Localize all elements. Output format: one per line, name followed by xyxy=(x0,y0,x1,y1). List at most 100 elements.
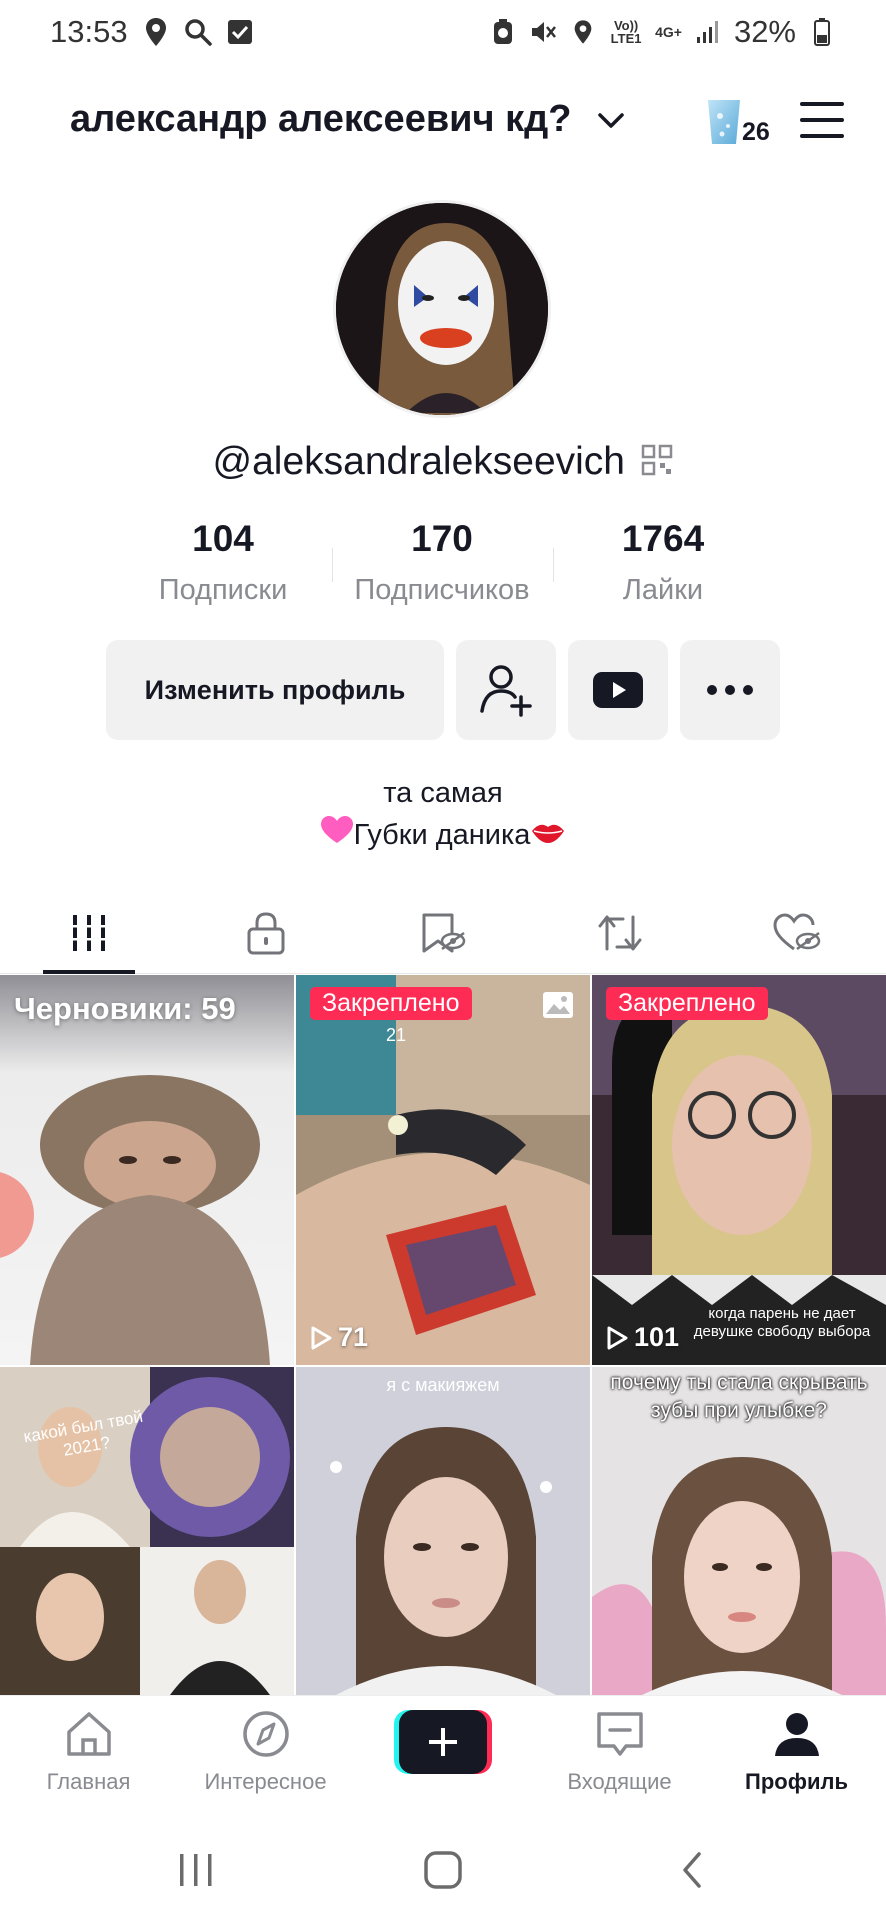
status-bar: 13:53 Vo)) LTE1 4G+ 32% xyxy=(0,0,886,68)
battery-percent: 32% xyxy=(733,14,796,49)
back-button[interactable] xyxy=(662,1845,722,1895)
bottom-navigation: Главная Интересное Входящие Профиль xyxy=(0,1695,886,1815)
profile-header: александр алексеевич кд? 26 xyxy=(0,88,886,156)
checkbox-icon xyxy=(226,18,254,46)
pinned-video-tile[interactable]: Закреплено когда парень не дает девушке … xyxy=(592,975,886,1365)
nav-home-label: Главная xyxy=(46,1769,131,1794)
following-count: 104 xyxy=(192,518,254,559)
nav-discover[interactable]: Интересное xyxy=(177,1710,354,1795)
search-icon xyxy=(184,18,212,46)
coins-count: 26 xyxy=(742,118,770,146)
tab-videos[interactable] xyxy=(0,892,177,974)
recent-apps-button[interactable] xyxy=(166,1845,226,1895)
location-icon xyxy=(569,18,597,46)
home-square-icon xyxy=(424,1851,462,1889)
pinned-badge: Закреплено xyxy=(310,987,472,1020)
following-stat[interactable]: 104 Подписки xyxy=(113,518,333,607)
overlay-caption: когда парень не дает девушке свободу выб… xyxy=(693,1305,871,1340)
volte-label: Vo)) LTE1 xyxy=(610,18,642,46)
heart-hidden-icon xyxy=(772,913,820,951)
likes-stat[interactable]: 1764 Лайки xyxy=(553,518,773,607)
nav-inbox-label: Входящие xyxy=(567,1769,672,1794)
bio-line-1: та самая xyxy=(383,777,503,809)
pinned-video-tile[interactable]: Закреплено 21 71 xyxy=(296,975,590,1365)
tab-liked[interactable] xyxy=(708,892,885,974)
pinned-badge: Закреплено xyxy=(606,987,768,1020)
drafts-thumbnail xyxy=(0,975,294,1365)
drafts-count-label: Черновики: 59 xyxy=(14,991,236,1026)
lips-icon xyxy=(530,815,566,857)
system-navigation xyxy=(0,1815,886,1920)
bio-line-2-row: Губки даника xyxy=(0,814,886,857)
back-chevron-icon xyxy=(683,1852,701,1888)
profile-screen: 13:53 Vo)) LTE1 4G+ 32% александр алексе… xyxy=(0,0,886,1920)
video-grid: Черновики: 59 Закреплено 21 71 Закреплен… xyxy=(0,975,886,1695)
recent-apps-icon xyxy=(180,1854,212,1886)
edit-profile-button[interactable]: Изменить профиль xyxy=(106,640,444,740)
nav-profile[interactable]: Профиль xyxy=(708,1710,885,1795)
avatar-image xyxy=(336,203,548,415)
qr-code-icon[interactable] xyxy=(641,444,673,481)
signal-icon xyxy=(694,18,722,46)
coin-glass-icon xyxy=(708,100,740,144)
home-icon xyxy=(66,1712,111,1756)
network-label: 4G+ xyxy=(655,24,682,40)
followers-label: Подписчиков xyxy=(354,574,530,606)
video-tile[interactable]: я с макияжем xyxy=(296,1367,590,1695)
coins-button[interactable]: 26 xyxy=(700,94,780,154)
bookmark-hidden-icon xyxy=(422,913,465,953)
nav-discover-label: Интересное xyxy=(204,1769,327,1794)
home-system-button[interactable] xyxy=(413,1845,473,1895)
view-count: 101 xyxy=(606,1322,679,1353)
nav-profile-label: Профиль xyxy=(745,1769,848,1794)
avatar[interactable] xyxy=(333,200,551,418)
battery-icon xyxy=(808,18,836,46)
tab-reposts[interactable] xyxy=(531,892,708,974)
more-options-button[interactable] xyxy=(680,640,780,740)
create-button[interactable] xyxy=(394,1710,492,1774)
drafts-tile[interactable]: Черновики: 59 xyxy=(0,975,294,1365)
status-time: 13:53 xyxy=(50,14,128,49)
followers-stat[interactable]: 170 Подписчиков xyxy=(332,518,552,607)
followers-count: 170 xyxy=(411,518,473,559)
profile-bio: та самая Губки даника xyxy=(0,772,886,857)
youtube-button[interactable] xyxy=(568,640,668,740)
add-friend-button[interactable] xyxy=(456,640,556,740)
menu-icon[interactable] xyxy=(800,102,844,138)
nav-home[interactable]: Главная xyxy=(0,1710,177,1795)
photo-icon xyxy=(542,991,574,1024)
status-right: Vo)) LTE1 4G+ 32% xyxy=(489,14,836,50)
profile-stats: 104 Подписки 170 Подписчиков 1764 Лайки xyxy=(0,518,886,618)
location-icon xyxy=(142,18,170,46)
status-left-icons xyxy=(142,18,254,46)
view-count: 71 xyxy=(310,1322,368,1353)
active-tab-indicator xyxy=(43,970,135,974)
overlay-caption: я с макияжем xyxy=(386,1375,500,1395)
video-tile[interactable]: какой был твой 2021? xyxy=(0,1367,294,1695)
chevron-down-icon[interactable] xyxy=(596,110,626,137)
overlay-caption: почему ты стала скрывать зубы при улыбке… xyxy=(610,1371,868,1422)
content-tabs xyxy=(0,892,886,974)
play-icon xyxy=(607,1326,628,1349)
view-count-value: 101 xyxy=(634,1322,680,1352)
grid-icon xyxy=(70,915,107,951)
plus-icon xyxy=(394,1710,492,1774)
profile-icon xyxy=(774,1713,819,1756)
play-icon xyxy=(311,1326,332,1349)
tab-favorites[interactable] xyxy=(354,892,531,974)
bio-line-2: Губки даника xyxy=(353,819,531,851)
tab-private[interactable] xyxy=(177,892,354,974)
account-switcher-title[interactable]: александр алексеевич кд? xyxy=(70,98,572,141)
likes-label: Лайки xyxy=(622,574,704,606)
add-user-icon xyxy=(480,665,532,717)
overlay-caption: 21 xyxy=(385,1025,407,1045)
inbox-icon xyxy=(596,1712,643,1756)
view-count-value: 71 xyxy=(338,1322,369,1352)
nav-inbox[interactable]: Входящие xyxy=(531,1710,708,1795)
compass-icon xyxy=(242,1711,289,1757)
repost-icon xyxy=(598,915,641,951)
profile-handle: @aleksandralekseevich xyxy=(212,440,626,483)
following-label: Подписки xyxy=(158,574,288,606)
more-icon xyxy=(707,685,753,695)
video-tile[interactable]: почему ты стала скрывать зубы при улыбке… xyxy=(592,1367,886,1695)
